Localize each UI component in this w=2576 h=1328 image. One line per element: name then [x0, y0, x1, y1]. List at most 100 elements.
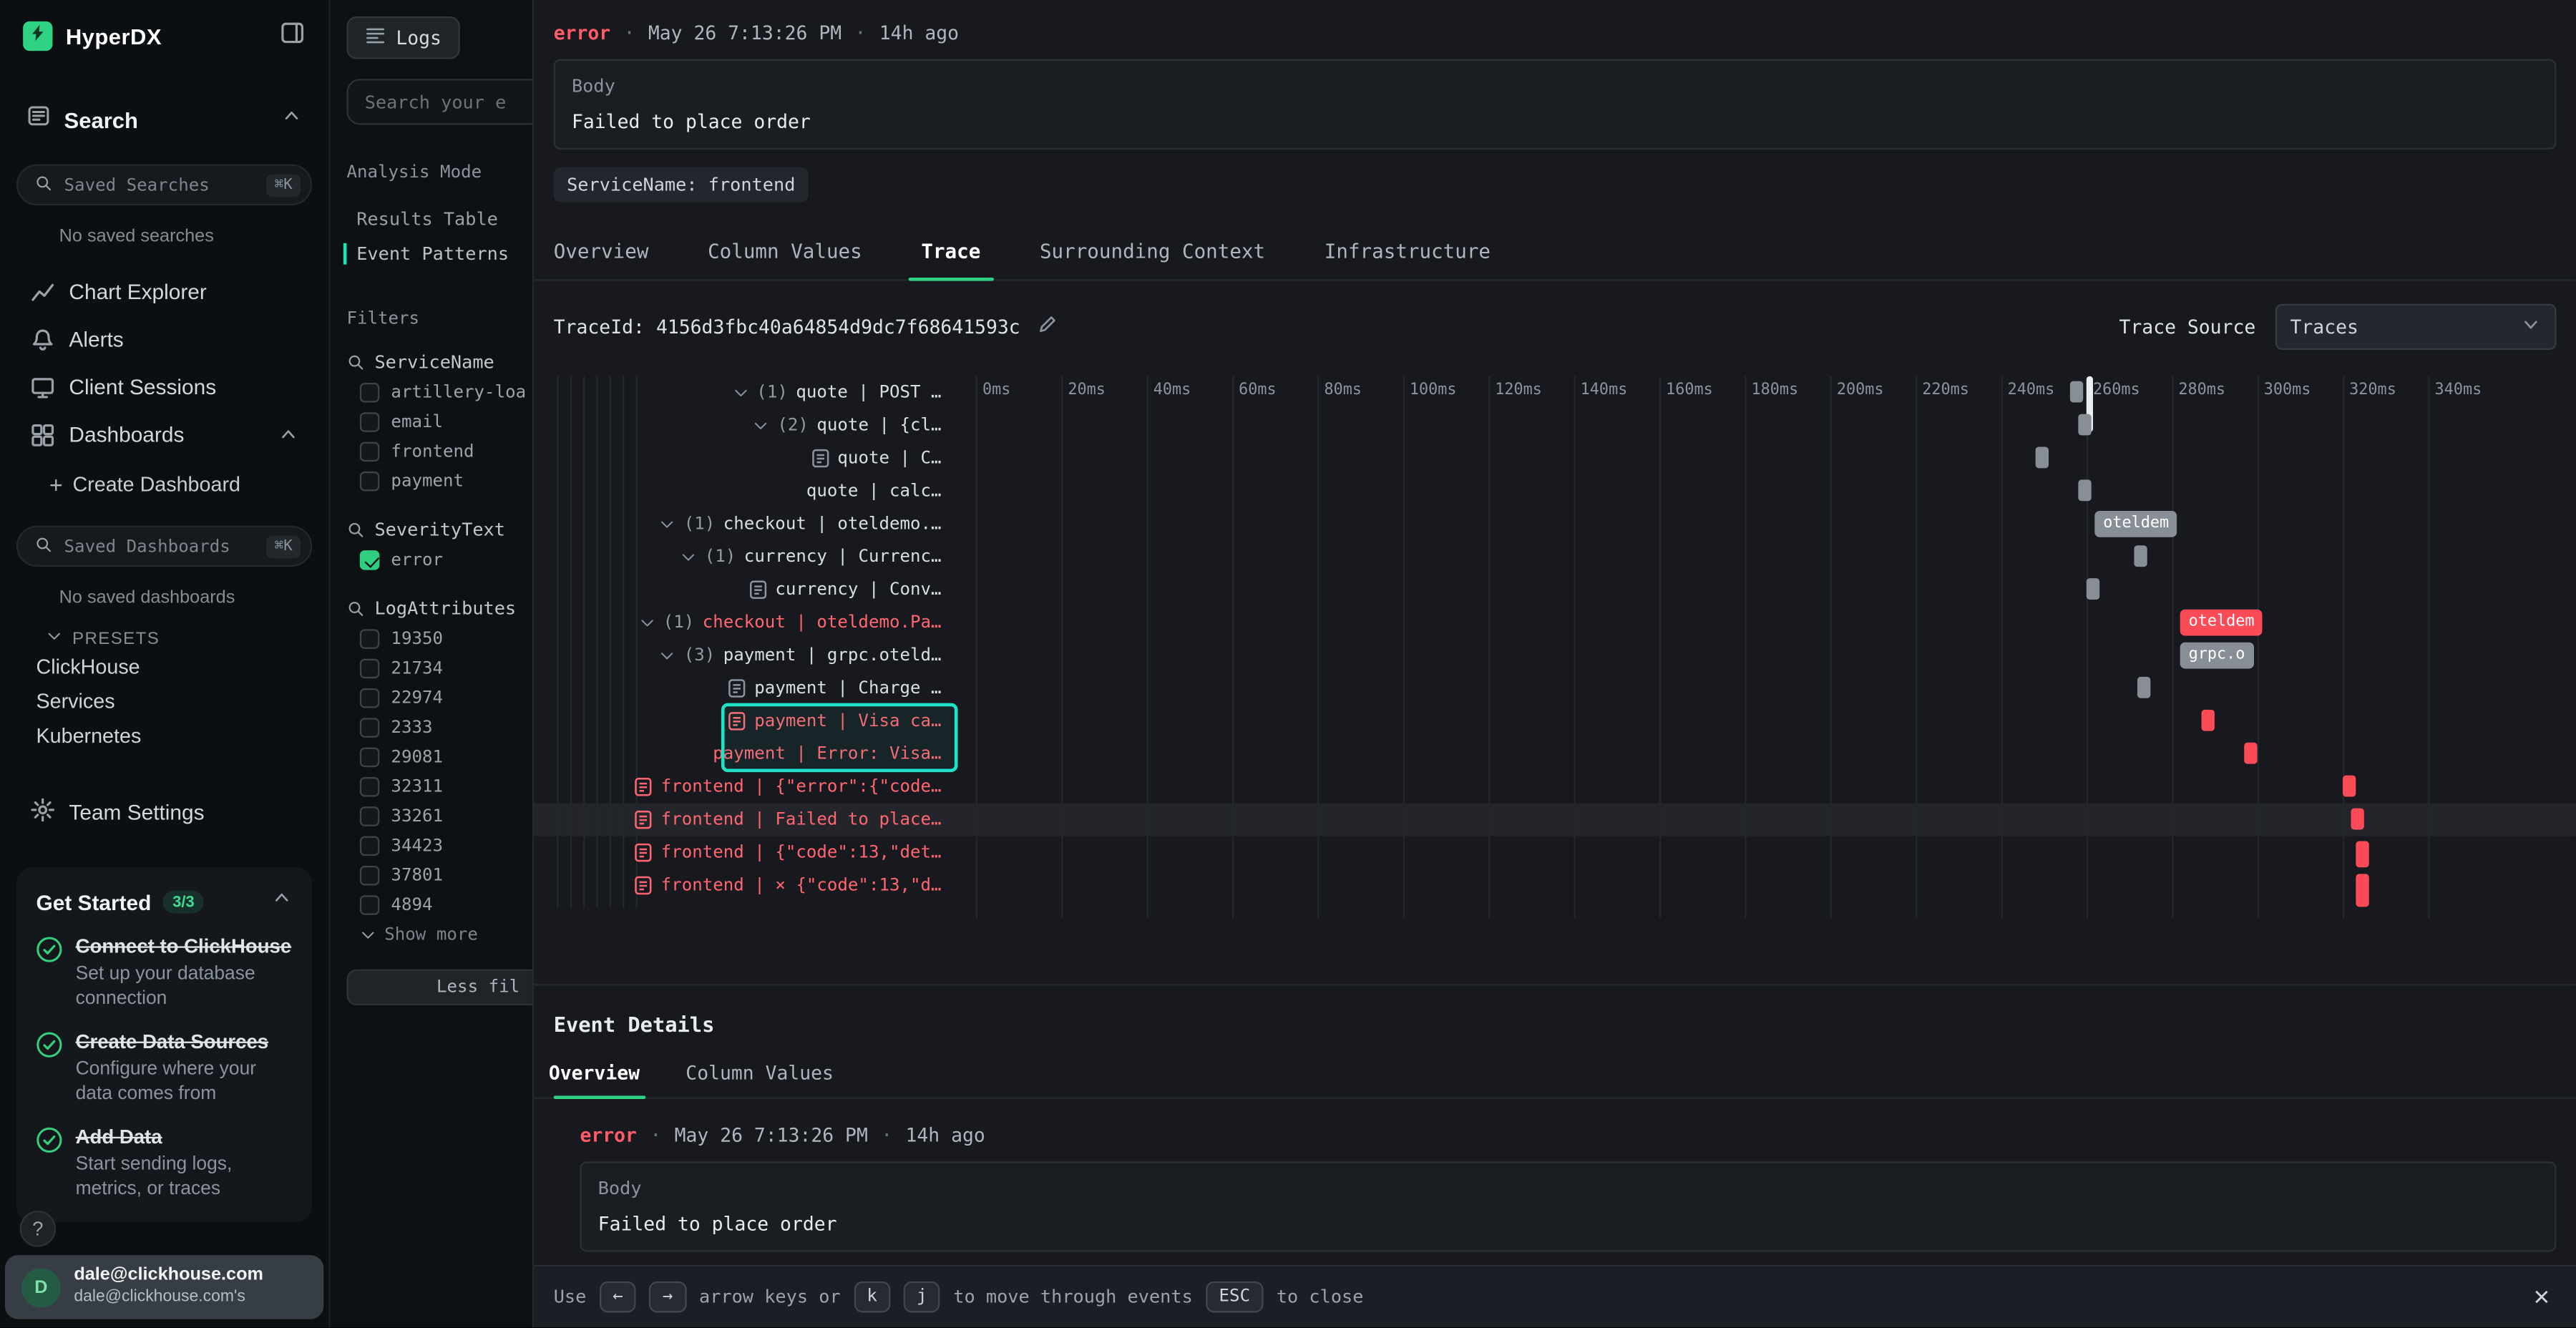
span-row[interactable]: payment | Charge … [534, 672, 962, 705]
get-started-step-create-data-sources[interactable]: Create Data SourcesConfigure where your … [36, 1030, 293, 1107]
span-row[interactable]: frontend | {"error":{"code… [534, 771, 962, 804]
filter-option-37801[interactable]: 37801 [330, 861, 532, 890]
span-bar[interactable] [2356, 841, 2368, 868]
span-bar[interactable] [2078, 479, 2091, 501]
checkbox[interactable] [360, 748, 380, 768]
checkbox[interactable] [360, 806, 380, 826]
event-details-tab-overview[interactable]: Overview [534, 1051, 663, 1097]
tab-column-values[interactable]: Column Values [678, 227, 892, 279]
filter-option-error[interactable]: error [330, 545, 532, 575]
sidebar-item-client-sessions[interactable]: Client Sessions [0, 363, 328, 411]
checkbox[interactable] [360, 688, 380, 708]
checkbox[interactable] [360, 866, 380, 886]
filter-option-email[interactable]: email [330, 407, 532, 436]
hyperdx-logo[interactable] [23, 21, 52, 51]
span-bar[interactable] [2356, 874, 2368, 907]
sidebar-item-clickhouse[interactable]: ClickHouse [0, 649, 328, 683]
checkbox[interactable] [360, 629, 380, 649]
span-row[interactable]: (2)quote | {cl… [534, 409, 962, 442]
get-started-step-add-data[interactable]: Add DataStart sending logs, metrics, or … [36, 1125, 293, 1202]
checkbox[interactable] [360, 472, 380, 492]
checkbox[interactable] [360, 718, 380, 738]
presets-header[interactable]: PRESETS [46, 628, 328, 649]
get-started-header[interactable]: Get Started 3/3 [36, 887, 293, 917]
filter-option-2333[interactable]: 2333 [330, 713, 532, 742]
sidebar-item-chart-explorer[interactable]: Chart Explorer [0, 268, 328, 316]
checkbox[interactable] [360, 836, 380, 856]
sidebar-item-services[interactable]: Services [0, 683, 328, 718]
analysis-mode-results-table[interactable]: Results Table [330, 202, 532, 236]
span-row[interactable]: (1)currency | Currenc… [534, 540, 962, 573]
span-row[interactable]: quote | calc… [534, 475, 962, 508]
trace-source-select[interactable]: Traces [2275, 304, 2557, 350]
checkbox[interactable] [360, 895, 380, 915]
span-row[interactable]: payment | Error: Visa… [534, 738, 962, 771]
close-icon[interactable]: × [2533, 1281, 2550, 1314]
filter-group-header[interactable]: SeverityText [330, 512, 532, 545]
filter-option-payment[interactable]: payment [330, 467, 532, 496]
user-menu[interactable]: D dale@clickhouse.com dale@clickhouse.co… [5, 1255, 323, 1319]
span-row[interactable]: frontend | Failed to place… [534, 804, 962, 836]
span-row[interactable]: (1)checkout | oteldemo.… [534, 507, 962, 540]
span-bar[interactable] [2351, 809, 2364, 830]
span-row[interactable]: frontend | {"code":13,"det… [534, 836, 962, 869]
search-section-header[interactable]: Search [0, 95, 328, 145]
filter-option-19350[interactable]: 19350 [330, 624, 532, 653]
filter-option-frontend[interactable]: frontend [330, 437, 532, 467]
saved-searches-input[interactable]: Saved Searches ⌘K [16, 165, 312, 205]
checkbox[interactable] [360, 412, 380, 432]
checkbox[interactable] [360, 383, 380, 403]
sidebar-item-dashboards[interactable]: Dashboards [0, 411, 328, 459]
span-row[interactable]: (1)quote | POST … [534, 376, 962, 409]
checkbox[interactable] [360, 659, 380, 679]
filter-option-29081[interactable]: 29081 [330, 743, 532, 772]
checkbox[interactable] [360, 442, 380, 462]
span-row[interactable]: (1)checkout | oteldemo.Pa… [534, 606, 962, 639]
filter-option-21734[interactable]: 21734 [330, 654, 532, 683]
filter-option-artillery-loa[interactable]: artillery-loa [330, 378, 532, 407]
collapse-sidebar-icon[interactable] [279, 19, 306, 53]
analysis-mode-event-patterns[interactable]: Event Patterns [330, 237, 532, 271]
tab-infrastructure[interactable]: Infrastructure [1294, 227, 1520, 279]
show-more-button[interactable]: Show more [330, 920, 532, 949]
search-input[interactable] [365, 91, 532, 112]
sidebar-item-team-settings[interactable]: Team Settings [0, 788, 328, 834]
help-button[interactable]: ? [20, 1211, 57, 1247]
edit-icon[interactable] [1037, 314, 1058, 341]
tab-overview[interactable]: Overview [534, 227, 678, 279]
saved-dashboards-input[interactable]: Saved Dashboards ⌘K [16, 526, 312, 567]
span-bar[interactable]: oteldem [2180, 610, 2263, 636]
checkbox[interactable] [360, 777, 380, 797]
span-bar[interactable] [2245, 743, 2258, 764]
event-details-tab-column-values[interactable]: Column Values [663, 1051, 857, 1097]
create-dashboard-button[interactable]: + Create Dashboard [0, 463, 328, 506]
filter-option-4894[interactable]: 4894 [330, 890, 532, 919]
span-bar[interactable] [2035, 446, 2048, 468]
span-bar[interactable] [2069, 381, 2082, 403]
checkbox[interactable] [360, 550, 380, 570]
span-bar[interactable] [2078, 414, 2091, 436]
filter-group-header[interactable]: ServiceName [330, 345, 532, 378]
span-bar[interactable]: grpc.o [2180, 643, 2253, 669]
span-bar[interactable] [2137, 677, 2150, 698]
filter-option-33261[interactable]: 33261 [330, 801, 532, 831]
source-selector-button[interactable]: Logs [346, 16, 459, 59]
span-bar[interactable] [2343, 776, 2356, 797]
span-bar[interactable] [2202, 710, 2215, 731]
get-started-step-connect-to-clickhouse[interactable]: Connect to ClickHouseSet up your databas… [36, 934, 293, 1012]
sidebar-item-kubernetes[interactable]: Kubernetes [0, 718, 328, 752]
span-row[interactable]: (3)payment | grpc.oteld… [534, 639, 962, 672]
span-row[interactable]: quote | C… [534, 442, 962, 475]
filter-option-34423[interactable]: 34423 [330, 831, 532, 861]
span-bar[interactable] [2133, 545, 2146, 567]
less-filters-button[interactable]: Less fil [346, 970, 532, 1006]
tab-surrounding-context[interactable]: Surrounding Context [1010, 227, 1295, 279]
span-bar[interactable] [2087, 578, 2099, 600]
sidebar-item-alerts[interactable]: Alerts [0, 316, 328, 363]
span-bar[interactable]: oteldem [2095, 511, 2177, 537]
span-row[interactable]: payment | Visa ca… [534, 705, 962, 738]
filter-group-header[interactable]: LogAttributes [330, 592, 532, 625]
filter-option-32311[interactable]: 32311 [330, 772, 532, 801]
span-row[interactable]: currency | Conv… [534, 573, 962, 606]
filter-option-22974[interactable]: 22974 [330, 683, 532, 713]
